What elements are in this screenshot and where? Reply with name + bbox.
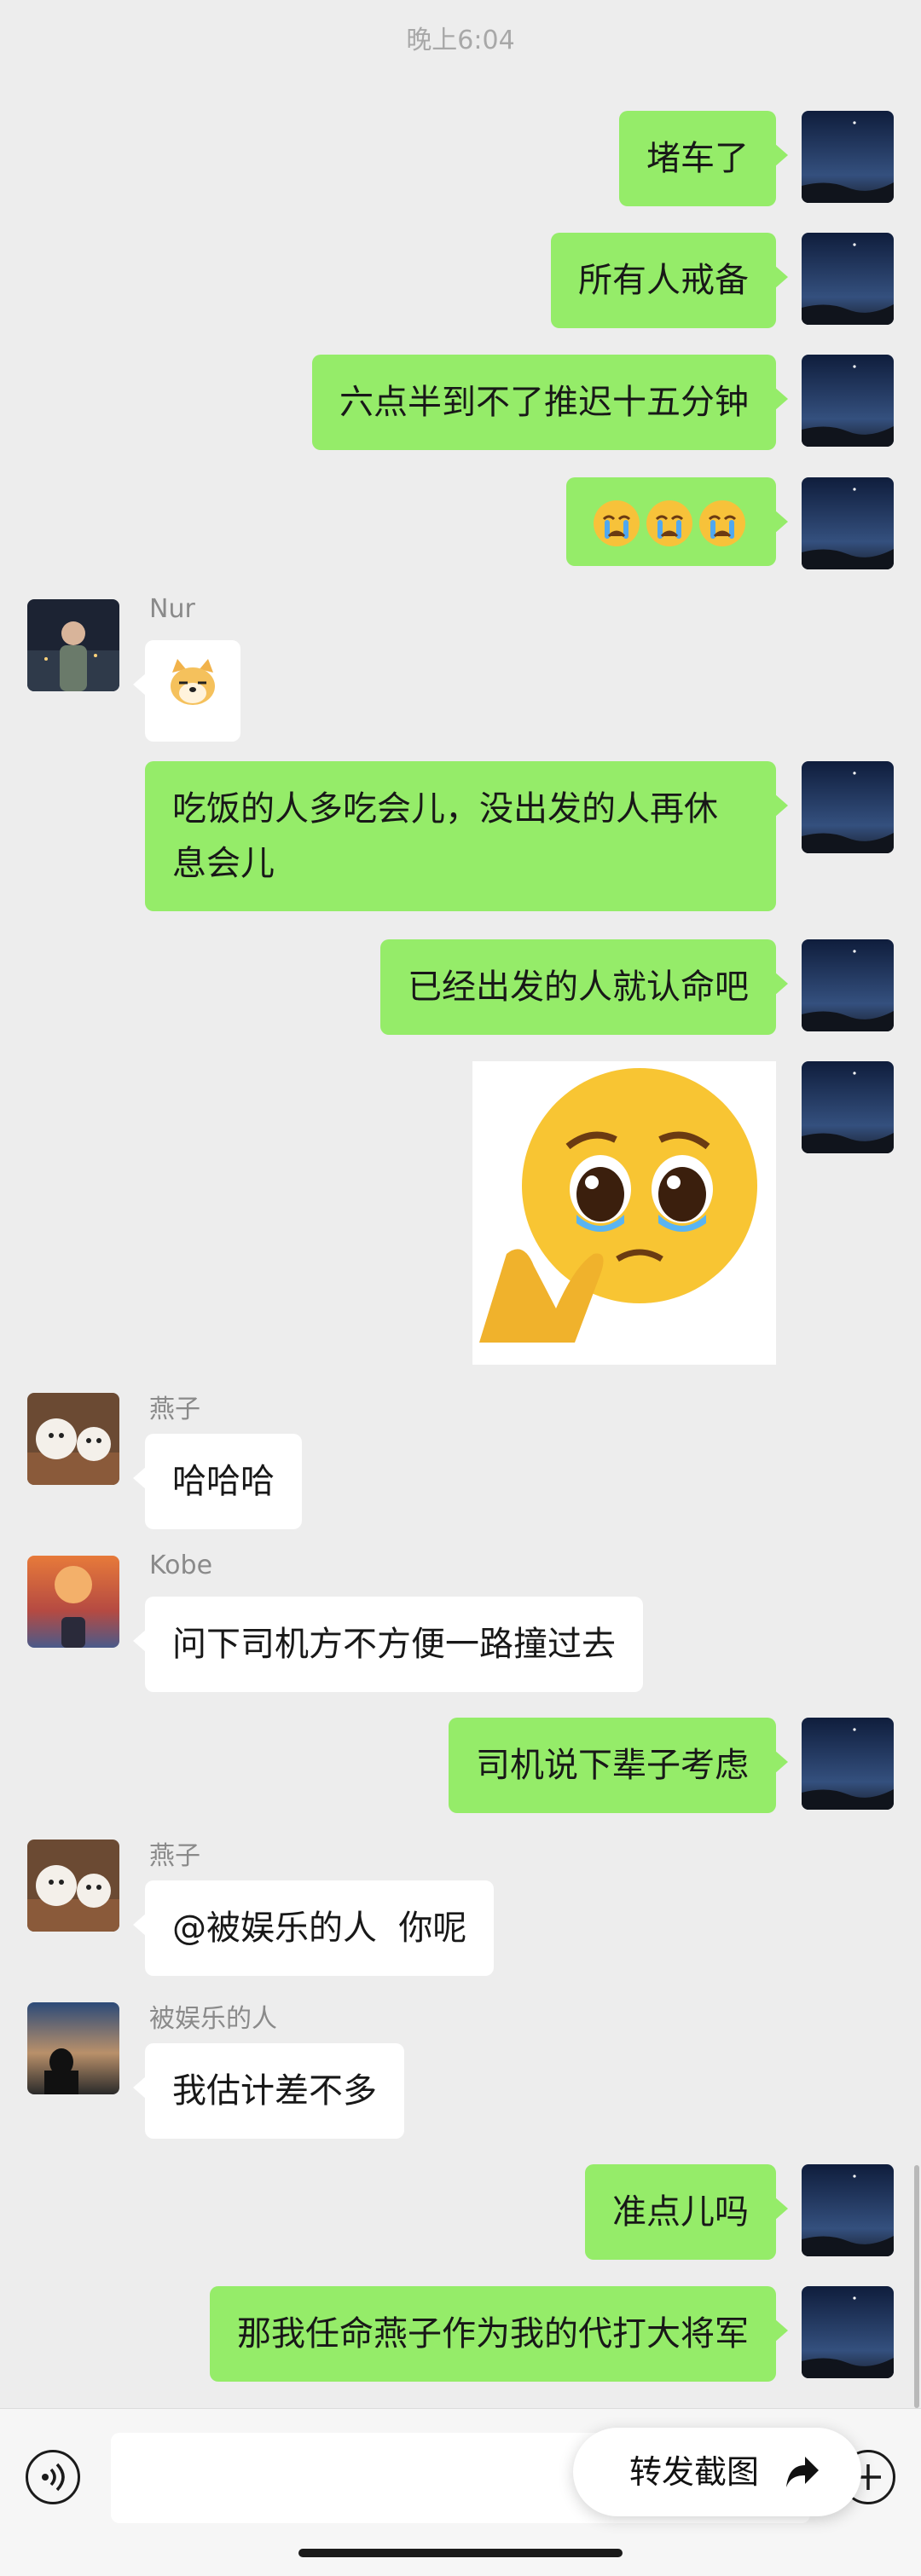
scrollbar[interactable] bbox=[914, 2165, 919, 2408]
message-bubble[interactable]: 司机说下辈子考虑 bbox=[449, 1718, 788, 1813]
my-avatar[interactable] bbox=[802, 1718, 894, 1810]
avatar-yanzi[interactable] bbox=[27, 1840, 119, 1932]
message-bubble[interactable]: 准点儿吗 bbox=[585, 2164, 788, 2260]
message-bubble[interactable]: 堵车了 bbox=[619, 111, 788, 206]
forward-screenshot-label: 转发截图 bbox=[629, 2453, 760, 2491]
pleading-face-with-heart-hands-icon bbox=[479, 1068, 757, 1343]
crying-face-icon bbox=[594, 500, 640, 546]
sender-name: 被娱乐的人 bbox=[149, 2004, 277, 2034]
message-bubble[interactable]: 吃饭的人多吃会儿，没出发的人再休息会儿 bbox=[145, 761, 788, 911]
share-arrow-icon bbox=[786, 2457, 819, 2487]
crying-face-icon bbox=[646, 500, 692, 546]
avatar-yanzi[interactable] bbox=[27, 1393, 119, 1485]
message-bubble[interactable] bbox=[133, 640, 240, 742]
avatar-bei-yule-de-ren[interactable] bbox=[27, 2002, 119, 2094]
message-bubble[interactable]: 那我任命燕子作为我的代打大将军 bbox=[210, 2286, 788, 2382]
message-bubble[interactable]: 问下司机方不方便一路撞过去 bbox=[133, 1597, 643, 1692]
message-bubble[interactable]: 我估计差不多 bbox=[133, 2043, 404, 2139]
doge-cat-face-icon bbox=[171, 659, 215, 705]
my-avatar[interactable] bbox=[802, 2286, 894, 2378]
my-avatar[interactable] bbox=[802, 2164, 894, 2256]
avatar-kobe[interactable] bbox=[27, 1556, 119, 1648]
voice-icon bbox=[42, 2463, 65, 2492]
timestamp: 晚上6:04 bbox=[406, 26, 515, 55]
my-avatar[interactable] bbox=[802, 761, 894, 853]
message-bubble[interactable] bbox=[566, 477, 788, 566]
message-bubble[interactable]: @被娱乐的人 你呢 bbox=[132, 1880, 495, 1976]
sender-name: 燕子 bbox=[149, 1841, 200, 1871]
voice-button[interactable] bbox=[26, 2450, 80, 2504]
my-avatar[interactable] bbox=[802, 477, 894, 569]
home-indicator bbox=[298, 2549, 623, 2557]
message-bubble[interactable]: 已经出发的人就认命吧 bbox=[380, 939, 788, 1035]
crying-face-icon bbox=[699, 500, 745, 546]
my-avatar[interactable] bbox=[802, 111, 894, 203]
message-bubble[interactable]: 所有人戒备 bbox=[551, 233, 788, 328]
sender-name: 燕子 bbox=[149, 1395, 200, 1424]
my-avatar[interactable] bbox=[802, 1061, 894, 1153]
my-avatar[interactable] bbox=[802, 355, 894, 447]
message-bubble[interactable]: 哈哈哈 bbox=[133, 1434, 302, 1529]
sticker-image[interactable] bbox=[472, 1061, 776, 1365]
sender-name: Nur bbox=[149, 594, 195, 624]
forward-screenshot-button[interactable]: 转发截图 bbox=[573, 2428, 861, 2516]
message-bubble[interactable]: 六点半到不了推迟十五分钟 bbox=[312, 355, 788, 450]
sender-name: Kobe bbox=[149, 1551, 213, 1580]
my-avatar[interactable] bbox=[802, 939, 894, 1031]
avatar-nur[interactable] bbox=[27, 599, 119, 691]
my-avatar[interactable] bbox=[802, 233, 894, 325]
